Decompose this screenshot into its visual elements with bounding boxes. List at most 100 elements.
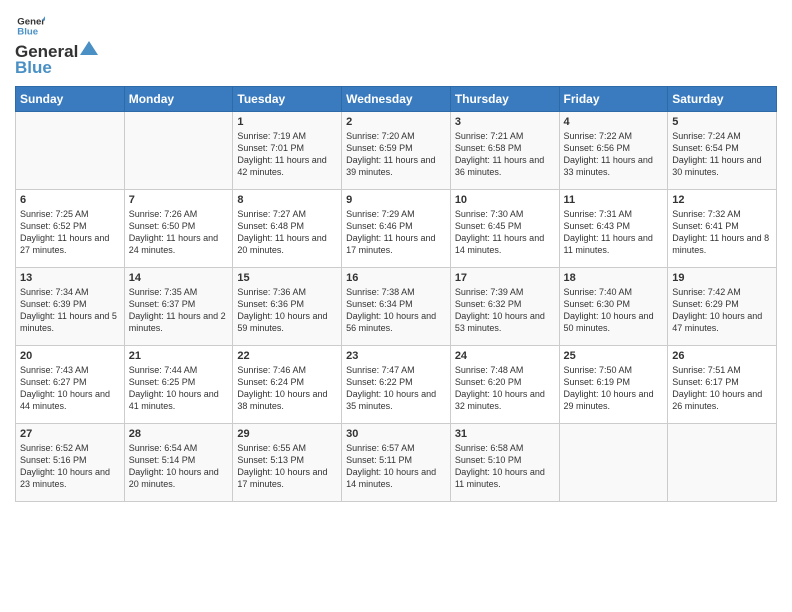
- cell-text-line: Sunrise: 6:52 AM: [20, 442, 120, 454]
- cell-text-line: Sunset: 6:56 PM: [564, 142, 664, 154]
- cell-text-line: Sunset: 6:37 PM: [129, 298, 229, 310]
- cell-text-line: Sunrise: 7:44 AM: [129, 364, 229, 376]
- day-header-tuesday: Tuesday: [233, 87, 342, 112]
- cell-text-line: Sunset: 6:24 PM: [237, 376, 337, 388]
- day-number: 27: [20, 428, 120, 440]
- calendar-cell: 17Sunrise: 7:39 AMSunset: 6:32 PMDayligh…: [450, 268, 559, 346]
- calendar-cell: 8Sunrise: 7:27 AMSunset: 6:48 PMDaylight…: [233, 190, 342, 268]
- cell-text-line: Sunrise: 6:58 AM: [455, 442, 555, 454]
- cell-text-line: Sunrise: 7:42 AM: [672, 286, 772, 298]
- calendar-cell: 21 Sunrise: 7:44 AMSunset: 6:25 PMDayligh…: [124, 346, 233, 424]
- cell-text-line: Daylight: 11 hours and 27 minutes.: [20, 232, 120, 256]
- calendar-cell: 26Sunrise: 7:51 AMSunset: 6:17 PMDayligh…: [668, 346, 777, 424]
- calendar-week-row: 20Sunrise: 7:43 AMSunset: 6:27 PMDayligh…: [16, 346, 777, 424]
- cell-text-line: Sunset: 6:27 PM: [20, 376, 120, 388]
- day-number: 16: [346, 272, 446, 284]
- calendar-cell: 28Sunrise: 6:54 AMSunset: 5:14 PMDayligh…: [124, 424, 233, 502]
- day-number: 28: [129, 428, 229, 440]
- day-number: 8: [237, 194, 337, 206]
- day-number: 12: [672, 194, 772, 206]
- calendar-cell: 4Sunrise: 7:22 AMSunset: 6:56 PMDaylight…: [559, 112, 668, 190]
- cell-text-line: Sunrise: 7:36 AM: [237, 286, 337, 298]
- calendar-cell: 23Sunrise: 7:47 AMSunset: 6:22 PMDayligh…: [342, 346, 451, 424]
- calendar-cell: 7Sunrise: 7:26 AMSunset: 6:50 PMDaylight…: [124, 190, 233, 268]
- calendar-header-row: SundayMondayTuesdayWednesdayThursdayFrid…: [16, 87, 777, 112]
- cell-text-line: Sunrise: 7:35 AM: [129, 286, 229, 298]
- cell-text-line: Daylight: 11 hours and 2 minutes.: [129, 310, 229, 334]
- day-header-friday: Friday: [559, 87, 668, 112]
- cell-text-line: Sunset: 6:43 PM: [564, 220, 664, 232]
- cell-text-line: Daylight: 10 hours and 53 minutes.: [455, 310, 555, 334]
- cell-text-line: Daylight: 11 hours and 33 minutes.: [564, 154, 664, 178]
- calendar-cell: [559, 424, 668, 502]
- cell-text-line: Sunset: 6:29 PM: [672, 298, 772, 310]
- calendar-cell: [668, 424, 777, 502]
- calendar-cell: 3Sunrise: 7:21 AMSunset: 6:58 PMDaylight…: [450, 112, 559, 190]
- cell-text-line: Sunrise: 6:55 AM: [237, 442, 337, 454]
- cell-text-line: Sunset: 5:10 PM: [455, 454, 555, 466]
- cell-text-line: Daylight: 10 hours and 59 minutes.: [237, 310, 337, 334]
- cell-text-line: Sunset: 6:17 PM: [672, 376, 772, 388]
- cell-text-line: Sunrise: 7:20 AM: [346, 130, 446, 142]
- cell-text-line: Sunset: 5:11 PM: [346, 454, 446, 466]
- header: General Blue General Blue: [15, 15, 777, 78]
- day-header-saturday: Saturday: [668, 87, 777, 112]
- cell-text-line: Sunrise: 7:48 AM: [455, 364, 555, 376]
- day-number: 5: [672, 116, 772, 128]
- cell-text-line: Sunset: 6:46 PM: [346, 220, 446, 232]
- cell-text-line: Sunset: 6:25 PM: [129, 376, 229, 388]
- cell-text-line: Sunrise: 7:30 AM: [455, 208, 555, 220]
- cell-text-line: Sunset: 6:19 PM: [564, 376, 664, 388]
- day-number: 1: [237, 116, 337, 128]
- cell-text-line: Sunset: 7:01 PM: [237, 142, 337, 154]
- day-number: 18: [564, 272, 664, 284]
- cell-text-line: Daylight: 10 hours and 50 minutes.: [564, 310, 664, 334]
- cell-text-line: Daylight: 10 hours and 32 minutes.: [455, 388, 555, 412]
- calendar-cell: 13Sunrise: 7:34 AMSunset: 6:39 PMDayligh…: [16, 268, 125, 346]
- cell-text-line: Sunset: 6:52 PM: [20, 220, 120, 232]
- calendar-cell: 29Sunrise: 6:55 AMSunset: 5:13 PMDayligh…: [233, 424, 342, 502]
- calendar-table: SundayMondayTuesdayWednesdayThursdayFrid…: [15, 86, 777, 502]
- cell-text-line: Daylight: 10 hours and 41 minutes.: [129, 388, 229, 412]
- cell-text-line: Daylight: 11 hours and 14 minutes.: [455, 232, 555, 256]
- cell-text-line: Sunrise: 7:46 AM: [237, 364, 337, 376]
- day-number: 13: [20, 272, 120, 284]
- calendar-cell: 22Sunrise: 7:46 AMSunset: 6:24 PMDayligh…: [233, 346, 342, 424]
- cell-text-line: Daylight: 10 hours and 44 minutes.: [20, 388, 120, 412]
- cell-text-line: Daylight: 11 hours and 24 minutes.: [129, 232, 229, 256]
- calendar-cell: 12 Sunrise: 7:32 AMSunset: 6:41 PMDayligh…: [668, 190, 777, 268]
- calendar-cell: 30Sunrise: 6:57 AMSunset: 5:11 PMDayligh…: [342, 424, 451, 502]
- cell-text-line: Sunset: 5:13 PM: [237, 454, 337, 466]
- cell-text-line: Daylight: 10 hours and 11 minutes.: [455, 466, 555, 490]
- day-header-monday: Monday: [124, 87, 233, 112]
- calendar-cell: 24Sunrise: 7:48 AMSunset: 6:20 PMDayligh…: [450, 346, 559, 424]
- cell-text-line: Sunset: 6:34 PM: [346, 298, 446, 310]
- cell-text-line: Daylight: 11 hours and 42 minutes.: [237, 154, 337, 178]
- calendar-cell: 1Sunrise: 7:19 AMSunset: 7:01 PMDaylight…: [233, 112, 342, 190]
- cell-text-line: Sunrise: 7:31 AM: [564, 208, 664, 220]
- cell-text-line: Daylight: 10 hours and 29 minutes.: [564, 388, 664, 412]
- cell-text-line: Daylight: 11 hours and 8 minutes.: [672, 232, 772, 256]
- cell-text-line: Sunset: 6:50 PM: [129, 220, 229, 232]
- day-number: 2: [346, 116, 446, 128]
- day-number: 21: [129, 350, 229, 362]
- cell-text-line: Sunrise: 7:32 AM: [672, 208, 772, 220]
- cell-text-line: Sunset: 6:41 PM: [672, 220, 772, 232]
- calendar-cell: 16Sunrise: 7:38 AMSunset: 6:34 PMDayligh…: [342, 268, 451, 346]
- cell-text-line: Daylight: 11 hours and 36 minutes.: [455, 154, 555, 178]
- cell-text-line: Daylight: 10 hours and 47 minutes.: [672, 310, 772, 334]
- cell-text-line: Daylight: 10 hours and 17 minutes.: [237, 466, 337, 490]
- cell-text-line: Sunset: 6:32 PM: [455, 298, 555, 310]
- day-number: 19: [672, 272, 772, 284]
- calendar-cell: 20Sunrise: 7:43 AMSunset: 6:27 PMDayligh…: [16, 346, 125, 424]
- cell-text-line: Sunrise: 7:40 AM: [564, 286, 664, 298]
- calendar-week-row: 1Sunrise: 7:19 AMSunset: 7:01 PMDaylight…: [16, 112, 777, 190]
- cell-text-line: Sunset: 6:20 PM: [455, 376, 555, 388]
- cell-text-line: Daylight: 11 hours and 30 minutes.: [672, 154, 772, 178]
- logo-icon: General Blue: [17, 15, 45, 37]
- calendar-cell: 31Sunrise: 6:58 AMSunset: 5:10 PMDayligh…: [450, 424, 559, 502]
- cell-text-line: Sunset: 6:59 PM: [346, 142, 446, 154]
- calendar-cell: 25Sunrise: 7:50 AMSunset: 6:19 PMDayligh…: [559, 346, 668, 424]
- cell-text-line: Daylight: 11 hours and 39 minutes.: [346, 154, 446, 178]
- cell-text-line: Daylight: 10 hours and 56 minutes.: [346, 310, 446, 334]
